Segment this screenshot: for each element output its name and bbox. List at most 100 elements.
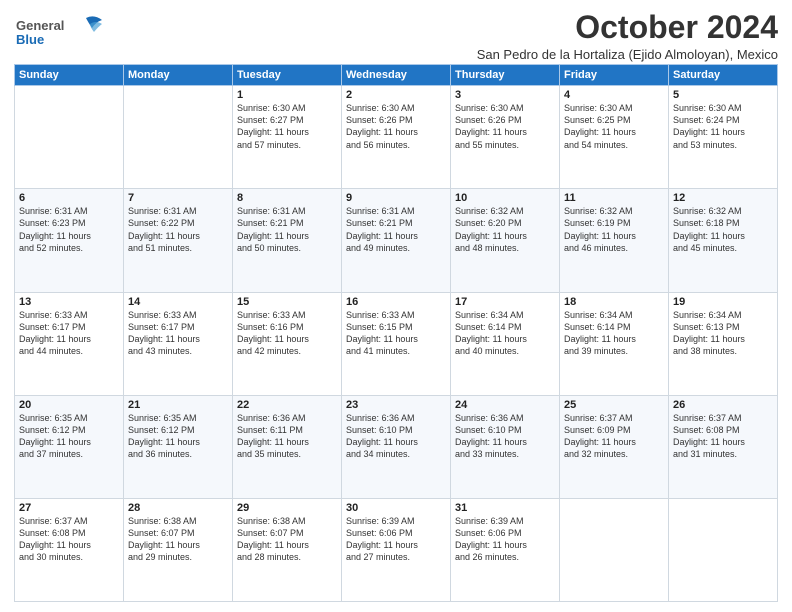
svg-text:General: General bbox=[16, 18, 64, 33]
calendar-cell: 31Sunrise: 6:39 AMSunset: 6:06 PMDayligh… bbox=[451, 498, 560, 601]
day-info: Sunrise: 6:39 AMSunset: 6:06 PMDaylight:… bbox=[346, 515, 446, 564]
day-number: 5 bbox=[673, 89, 773, 101]
calendar-cell: 13Sunrise: 6:33 AMSunset: 6:17 PMDayligh… bbox=[15, 292, 124, 395]
day-number: 16 bbox=[346, 296, 446, 308]
day-number: 28 bbox=[128, 502, 228, 514]
day-number: 20 bbox=[19, 399, 119, 411]
header: General Blue October 2024 San Pedro de l… bbox=[14, 10, 778, 62]
calendar-week-row: 27Sunrise: 6:37 AMSunset: 6:08 PMDayligh… bbox=[15, 498, 778, 601]
day-number: 3 bbox=[455, 89, 555, 101]
calendar-cell: 4Sunrise: 6:30 AMSunset: 6:25 PMDaylight… bbox=[560, 86, 669, 189]
day-info: Sunrise: 6:34 AMSunset: 6:13 PMDaylight:… bbox=[673, 309, 773, 358]
weekday-header: Sunday bbox=[15, 65, 124, 86]
day-info: Sunrise: 6:31 AMSunset: 6:21 PMDaylight:… bbox=[237, 205, 337, 254]
day-number: 23 bbox=[346, 399, 446, 411]
day-number: 31 bbox=[455, 502, 555, 514]
calendar-cell: 7Sunrise: 6:31 AMSunset: 6:22 PMDaylight… bbox=[124, 189, 233, 292]
calendar-cell: 14Sunrise: 6:33 AMSunset: 6:17 PMDayligh… bbox=[124, 292, 233, 395]
calendar-cell: 18Sunrise: 6:34 AMSunset: 6:14 PMDayligh… bbox=[560, 292, 669, 395]
day-number: 29 bbox=[237, 502, 337, 514]
calendar-cell: 1Sunrise: 6:30 AMSunset: 6:27 PMDaylight… bbox=[233, 86, 342, 189]
day-info: Sunrise: 6:35 AMSunset: 6:12 PMDaylight:… bbox=[128, 412, 228, 461]
calendar-cell bbox=[15, 86, 124, 189]
calendar-cell: 15Sunrise: 6:33 AMSunset: 6:16 PMDayligh… bbox=[233, 292, 342, 395]
calendar-week-row: 1Sunrise: 6:30 AMSunset: 6:27 PMDaylight… bbox=[15, 86, 778, 189]
day-number: 6 bbox=[19, 192, 119, 204]
day-number: 25 bbox=[564, 399, 664, 411]
calendar-cell: 23Sunrise: 6:36 AMSunset: 6:10 PMDayligh… bbox=[342, 395, 451, 498]
day-info: Sunrise: 6:31 AMSunset: 6:22 PMDaylight:… bbox=[128, 205, 228, 254]
day-info: Sunrise: 6:36 AMSunset: 6:10 PMDaylight:… bbox=[346, 412, 446, 461]
day-number: 27 bbox=[19, 502, 119, 514]
weekday-header: Thursday bbox=[451, 65, 560, 86]
day-number: 12 bbox=[673, 192, 773, 204]
day-number: 26 bbox=[673, 399, 773, 411]
calendar-cell: 21Sunrise: 6:35 AMSunset: 6:12 PMDayligh… bbox=[124, 395, 233, 498]
day-info: Sunrise: 6:32 AMSunset: 6:19 PMDaylight:… bbox=[564, 205, 664, 254]
weekday-header: Tuesday bbox=[233, 65, 342, 86]
day-number: 24 bbox=[455, 399, 555, 411]
calendar-cell bbox=[560, 498, 669, 601]
day-info: Sunrise: 6:39 AMSunset: 6:06 PMDaylight:… bbox=[455, 515, 555, 564]
day-number: 4 bbox=[564, 89, 664, 101]
day-number: 2 bbox=[346, 89, 446, 101]
weekday-header: Wednesday bbox=[342, 65, 451, 86]
day-info: Sunrise: 6:33 AMSunset: 6:17 PMDaylight:… bbox=[19, 309, 119, 358]
calendar-cell: 8Sunrise: 6:31 AMSunset: 6:21 PMDaylight… bbox=[233, 189, 342, 292]
month-title: October 2024 bbox=[477, 10, 778, 45]
calendar-week-row: 20Sunrise: 6:35 AMSunset: 6:12 PMDayligh… bbox=[15, 395, 778, 498]
day-info: Sunrise: 6:35 AMSunset: 6:12 PMDaylight:… bbox=[19, 412, 119, 461]
calendar-cell: 27Sunrise: 6:37 AMSunset: 6:08 PMDayligh… bbox=[15, 498, 124, 601]
day-info: Sunrise: 6:36 AMSunset: 6:10 PMDaylight:… bbox=[455, 412, 555, 461]
weekday-header: Monday bbox=[124, 65, 233, 86]
calendar-cell: 12Sunrise: 6:32 AMSunset: 6:18 PMDayligh… bbox=[669, 189, 778, 292]
day-info: Sunrise: 6:31 AMSunset: 6:21 PMDaylight:… bbox=[346, 205, 446, 254]
day-info: Sunrise: 6:37 AMSunset: 6:08 PMDaylight:… bbox=[19, 515, 119, 564]
day-info: Sunrise: 6:33 AMSunset: 6:17 PMDaylight:… bbox=[128, 309, 228, 358]
weekday-header-row: SundayMondayTuesdayWednesdayThursdayFrid… bbox=[15, 65, 778, 86]
day-number: 1 bbox=[237, 89, 337, 101]
calendar-cell: 6Sunrise: 6:31 AMSunset: 6:23 PMDaylight… bbox=[15, 189, 124, 292]
calendar-cell: 2Sunrise: 6:30 AMSunset: 6:26 PMDaylight… bbox=[342, 86, 451, 189]
day-number: 9 bbox=[346, 192, 446, 204]
day-info: Sunrise: 6:33 AMSunset: 6:16 PMDaylight:… bbox=[237, 309, 337, 358]
calendar-week-row: 6Sunrise: 6:31 AMSunset: 6:23 PMDaylight… bbox=[15, 189, 778, 292]
day-info: Sunrise: 6:30 AMSunset: 6:26 PMDaylight:… bbox=[455, 102, 555, 151]
day-info: Sunrise: 6:34 AMSunset: 6:14 PMDaylight:… bbox=[455, 309, 555, 358]
calendar-cell: 26Sunrise: 6:37 AMSunset: 6:08 PMDayligh… bbox=[669, 395, 778, 498]
day-number: 8 bbox=[237, 192, 337, 204]
logo: General Blue bbox=[14, 14, 104, 57]
subtitle: San Pedro de la Hortaliza (Ejido Almoloy… bbox=[477, 47, 778, 62]
day-info: Sunrise: 6:30 AMSunset: 6:25 PMDaylight:… bbox=[564, 102, 664, 151]
day-info: Sunrise: 6:30 AMSunset: 6:27 PMDaylight:… bbox=[237, 102, 337, 151]
day-info: Sunrise: 6:38 AMSunset: 6:07 PMDaylight:… bbox=[237, 515, 337, 564]
day-number: 22 bbox=[237, 399, 337, 411]
day-number: 18 bbox=[564, 296, 664, 308]
day-info: Sunrise: 6:30 AMSunset: 6:24 PMDaylight:… bbox=[673, 102, 773, 151]
calendar-week-row: 13Sunrise: 6:33 AMSunset: 6:17 PMDayligh… bbox=[15, 292, 778, 395]
calendar-cell: 3Sunrise: 6:30 AMSunset: 6:26 PMDaylight… bbox=[451, 86, 560, 189]
day-number: 21 bbox=[128, 399, 228, 411]
day-info: Sunrise: 6:34 AMSunset: 6:14 PMDaylight:… bbox=[564, 309, 664, 358]
calendar-table: SundayMondayTuesdayWednesdayThursdayFrid… bbox=[14, 64, 778, 602]
logo-text: General Blue bbox=[14, 14, 104, 57]
calendar-cell: 22Sunrise: 6:36 AMSunset: 6:11 PMDayligh… bbox=[233, 395, 342, 498]
calendar-cell: 5Sunrise: 6:30 AMSunset: 6:24 PMDaylight… bbox=[669, 86, 778, 189]
calendar-cell bbox=[124, 86, 233, 189]
svg-text:Blue: Blue bbox=[16, 32, 44, 47]
day-number: 11 bbox=[564, 192, 664, 204]
day-number: 30 bbox=[346, 502, 446, 514]
title-block: October 2024 San Pedro de la Hortaliza (… bbox=[477, 10, 778, 62]
day-number: 10 bbox=[455, 192, 555, 204]
calendar-cell: 20Sunrise: 6:35 AMSunset: 6:12 PMDayligh… bbox=[15, 395, 124, 498]
day-info: Sunrise: 6:30 AMSunset: 6:26 PMDaylight:… bbox=[346, 102, 446, 151]
calendar-cell: 30Sunrise: 6:39 AMSunset: 6:06 PMDayligh… bbox=[342, 498, 451, 601]
calendar-cell: 9Sunrise: 6:31 AMSunset: 6:21 PMDaylight… bbox=[342, 189, 451, 292]
weekday-header: Saturday bbox=[669, 65, 778, 86]
day-info: Sunrise: 6:32 AMSunset: 6:20 PMDaylight:… bbox=[455, 205, 555, 254]
day-info: Sunrise: 6:37 AMSunset: 6:09 PMDaylight:… bbox=[564, 412, 664, 461]
weekday-header: Friday bbox=[560, 65, 669, 86]
page: General Blue October 2024 San Pedro de l… bbox=[0, 0, 792, 612]
calendar-cell bbox=[669, 498, 778, 601]
calendar-cell: 29Sunrise: 6:38 AMSunset: 6:07 PMDayligh… bbox=[233, 498, 342, 601]
